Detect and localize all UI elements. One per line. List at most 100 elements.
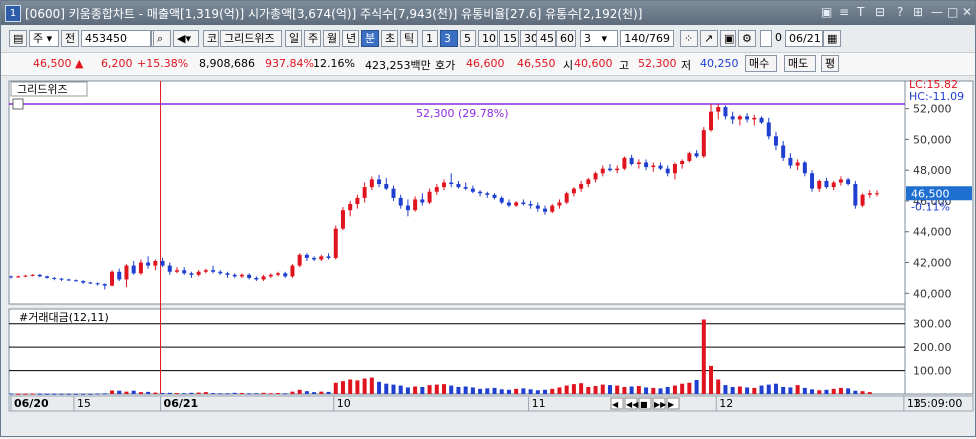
volume-bar	[665, 386, 670, 394]
save-icon[interactable]: ▣	[720, 30, 736, 47]
date-checkbox[interactable]	[760, 30, 772, 47]
period-week[interactable]: 주	[304, 30, 321, 47]
help-icon[interactable]: ?	[897, 5, 903, 19]
menu-icon[interactable]: ≡	[839, 5, 849, 19]
x-tick-label: 15	[77, 397, 91, 410]
trend-icon[interactable]: ↗	[700, 30, 718, 47]
minute-3[interactable]: 3	[440, 30, 458, 47]
bid-price: 46,550	[517, 57, 556, 70]
volume-bar	[824, 389, 829, 394]
candle-body	[680, 160, 685, 165]
volume-bar	[196, 392, 201, 394]
market-prefix[interactable]: 코	[203, 30, 219, 47]
volume-bar	[860, 391, 865, 394]
evaluate-button[interactable]: 평	[821, 55, 839, 72]
calendar-icon[interactable]: ▦	[823, 30, 841, 47]
screen-number[interactable]: 1	[5, 5, 21, 22]
candle-body	[304, 254, 309, 258]
range-display[interactable]: 140/769	[620, 30, 674, 47]
volume-bar	[427, 385, 432, 394]
volume-bar	[384, 383, 389, 394]
layout-icon[interactable]: ⊟	[875, 5, 885, 19]
candle-body	[672, 164, 677, 174]
volume-bar	[283, 393, 288, 395]
chart-window: 1 [0600] 키움종합차트 - 매출액[1,319(억)] 시가총액[3,6…	[0, 0, 976, 437]
stock-code-input[interactable]: 453450	[81, 30, 151, 47]
candle-body	[535, 205, 540, 209]
period-tick[interactable]: 틱	[400, 30, 418, 47]
all-button[interactable]: 전	[61, 30, 79, 47]
snap-icon[interactable]: ▣	[821, 5, 832, 19]
nav-button-icon: ◀◀	[626, 400, 639, 409]
volume-bar	[788, 387, 793, 394]
minute-1[interactable]: 1	[422, 30, 438, 47]
volume-bar	[846, 388, 851, 394]
search-icon[interactable]: ⌕	[153, 30, 171, 47]
volume-bar	[413, 386, 418, 394]
volume-bar	[506, 389, 511, 394]
drawing-icon[interactable]: ⁘	[680, 30, 698, 47]
date-input[interactable]: 06/21	[785, 30, 823, 47]
close-icon[interactable]: ✕	[962, 5, 972, 19]
candle-body	[167, 265, 172, 272]
volume-bar	[369, 377, 374, 394]
volume-bar	[52, 393, 57, 395]
period-year[interactable]: 년	[342, 30, 359, 47]
volume-bar	[658, 388, 663, 394]
candle-body	[694, 153, 699, 157]
volume-bar	[247, 393, 252, 395]
stock-name[interactable]: 그리드위즈	[220, 30, 282, 47]
font-icon[interactable]: T	[857, 5, 864, 19]
volume-bar	[636, 386, 641, 394]
sound-icon[interactable]: ◀▾	[173, 30, 199, 47]
candle-body	[838, 179, 843, 183]
volume-bar	[867, 392, 872, 394]
price-tick-label: 44,000	[913, 226, 952, 239]
maximize-icon[interactable]: □	[947, 5, 958, 19]
minute-15[interactable]: 15	[499, 30, 519, 47]
current-rate-label: -0.11%	[911, 200, 950, 213]
minimize-icon[interactable]: —	[931, 5, 943, 19]
period-month[interactable]: 월	[323, 30, 340, 47]
minute-60[interactable]: 60	[556, 30, 576, 47]
candle-body	[30, 274, 35, 276]
sell-button[interactable]: 매도	[784, 55, 816, 72]
turnover-rate: 12.16%	[313, 57, 355, 70]
volume-bar	[182, 393, 187, 395]
chart-area[interactable]: 52,000 50,000 48,000 46,000 44,000 42,000 40,0…	[1, 76, 975, 436]
candle-body	[88, 282, 93, 284]
candle-body	[110, 271, 115, 286]
split-icon[interactable]: ⊞	[913, 5, 923, 19]
candle-body	[146, 262, 151, 266]
minute-10[interactable]: 10	[478, 30, 498, 47]
candle-body	[629, 157, 634, 165]
open-price: 40,600	[574, 57, 613, 70]
chart-type-icon[interactable]: ▤	[9, 30, 27, 47]
period-day[interactable]: 일	[285, 30, 302, 47]
buy-button[interactable]: 매수	[745, 55, 777, 72]
period-type-select[interactable]: 주 ▾	[29, 30, 59, 47]
volume-bar	[622, 386, 627, 394]
period-second[interactable]: 초	[381, 30, 398, 47]
candle-body	[571, 188, 576, 194]
volume-bar	[449, 385, 454, 394]
candle-body	[506, 202, 511, 206]
x-tick-label: 11	[532, 397, 546, 410]
minute-45[interactable]: 45	[536, 30, 556, 47]
price-tick-label: 40,000	[913, 287, 952, 300]
minute-5[interactable]: 5	[460, 30, 476, 47]
candle-body	[550, 205, 555, 212]
candle-body	[189, 273, 194, 275]
volume-bar	[312, 392, 317, 394]
candle-body	[427, 191, 432, 203]
candlestick-chart[interactable]: 52,00050,00048,00046,00044,00042,00040,0…	[1, 76, 975, 436]
settings-icon[interactable]: ⚙	[738, 30, 756, 47]
interval-select[interactable]: 3 ▾	[580, 30, 618, 47]
volume-bar	[737, 386, 742, 394]
volume-tick-label: 200.00	[913, 341, 952, 354]
price-tick-label: 52,000	[913, 103, 952, 116]
volume-bar	[607, 385, 612, 394]
volume-bar	[45, 393, 50, 395]
volume-bar	[709, 365, 714, 394]
period-minute[interactable]: 분	[361, 30, 379, 47]
